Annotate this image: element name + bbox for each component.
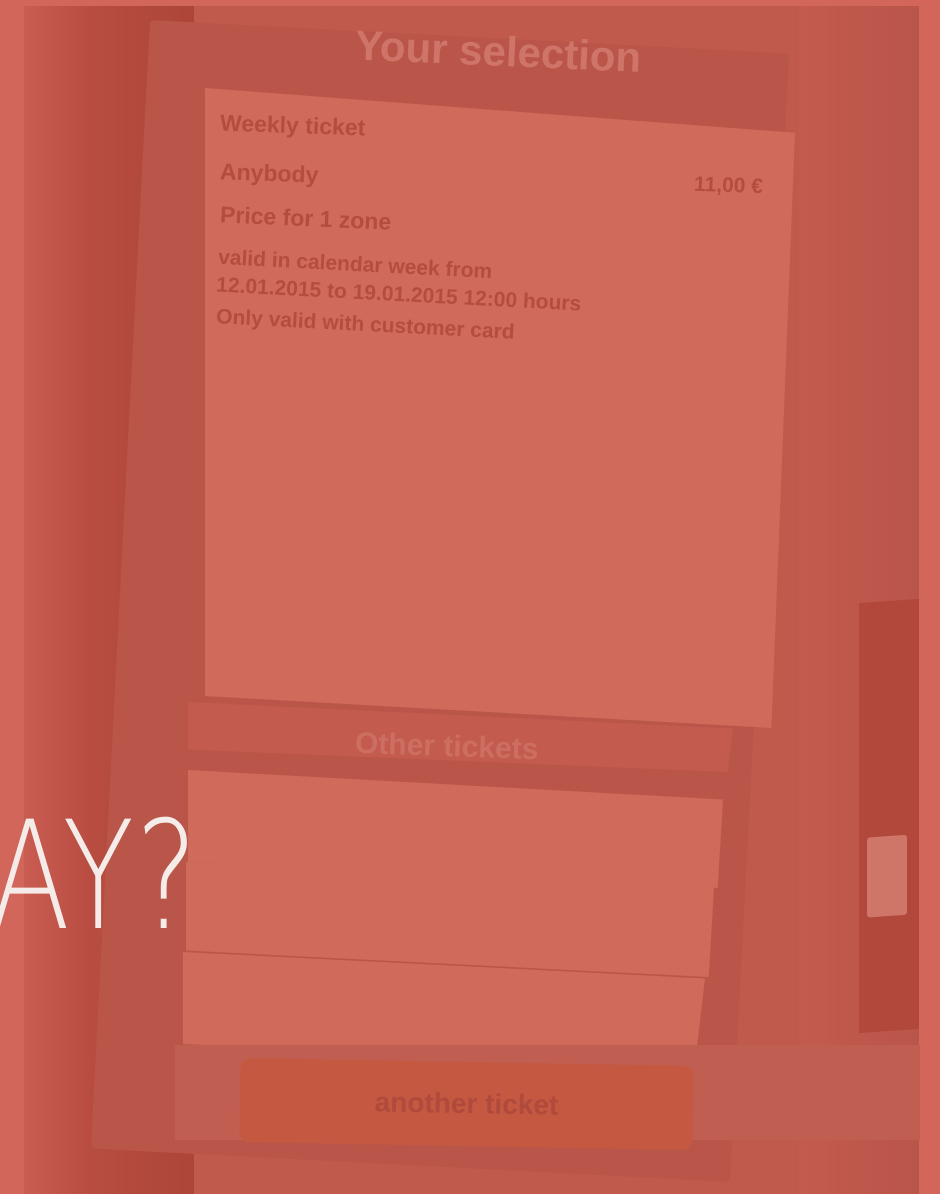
other-tickets-label: Other tickets — [354, 726, 539, 767]
side-panel — [859, 598, 919, 1034]
overlay-headline: AY? — [0, 790, 200, 964]
another-ticket-button[interactable]: another ticket — [239, 1058, 694, 1150]
ticket-price: 11,00 € — [693, 172, 764, 199]
passenger-type: Anybody — [219, 158, 319, 188]
side-label — [867, 834, 907, 918]
ticket-type: Weekly ticket — [219, 109, 366, 141]
